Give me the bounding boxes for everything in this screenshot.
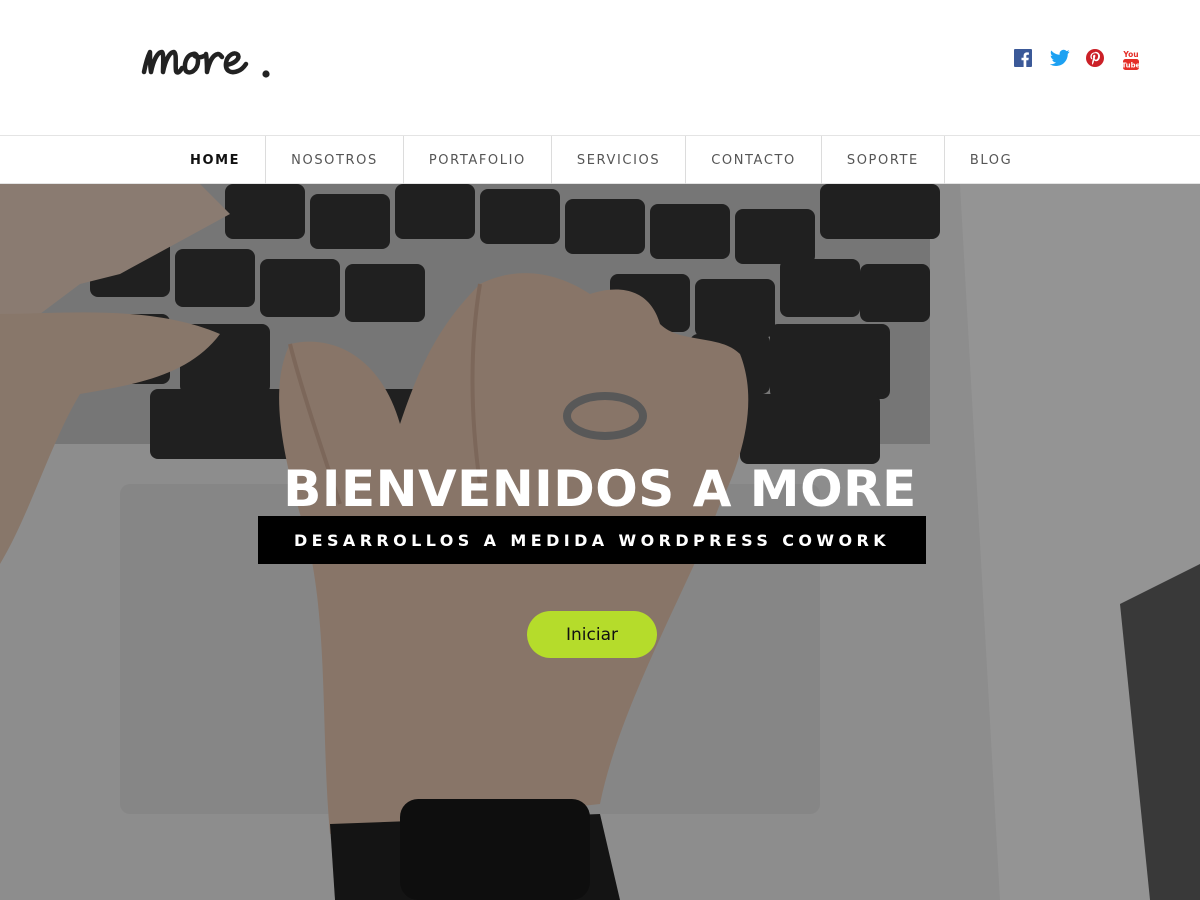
nav-item-servicios[interactable]: SERVICIOS: [552, 136, 687, 184]
facebook-icon: [1014, 49, 1032, 67]
nav-item-home[interactable]: HOME: [165, 136, 267, 184]
hero-section: BIENVENIDOS A MORE DESARROLLOS A MEDIDA …: [0, 184, 1200, 900]
svg-text:Tube: Tube: [1122, 62, 1140, 70]
more-logo-image: [141, 49, 270, 78]
nav-item-blog[interactable]: BLOG: [945, 136, 1037, 184]
pinterest-icon: [1086, 49, 1104, 67]
hero-subtitle: DESARROLLOS A MEDIDA WORDPRESS COWORK: [258, 516, 926, 564]
svg-text:You: You: [1122, 50, 1138, 59]
site-logo[interactable]: [138, 30, 288, 90]
site-header: You Tube: [0, 0, 1200, 135]
pinterest-link[interactable]: [1086, 49, 1106, 69]
twitter-link[interactable]: [1050, 49, 1070, 69]
twitter-icon: [1050, 49, 1070, 66]
nav-list: HOME NOSOTROS PORTAFOLIO SERVICIOS CONTA…: [165, 136, 1037, 184]
nav-item-contacto[interactable]: CONTACTO: [686, 136, 822, 184]
nav-item-soporte[interactable]: SOPORTE: [822, 136, 945, 184]
start-button[interactable]: Iniciar: [527, 611, 657, 658]
youtube-icon: You Tube: [1122, 50, 1140, 70]
youtube-link[interactable]: You Tube: [1122, 49, 1142, 70]
main-navigation: HOME NOSOTROS PORTAFOLIO SERVICIOS CONTA…: [0, 135, 1200, 184]
nav-item-portafolio[interactable]: PORTAFOLIO: [404, 136, 552, 184]
social-links: You Tube: [1014, 49, 1142, 70]
nav-item-nosotros[interactable]: NOSOTROS: [266, 136, 404, 184]
hero-title: BIENVENIDOS A MORE: [283, 460, 917, 518]
facebook-link[interactable]: [1014, 49, 1034, 69]
